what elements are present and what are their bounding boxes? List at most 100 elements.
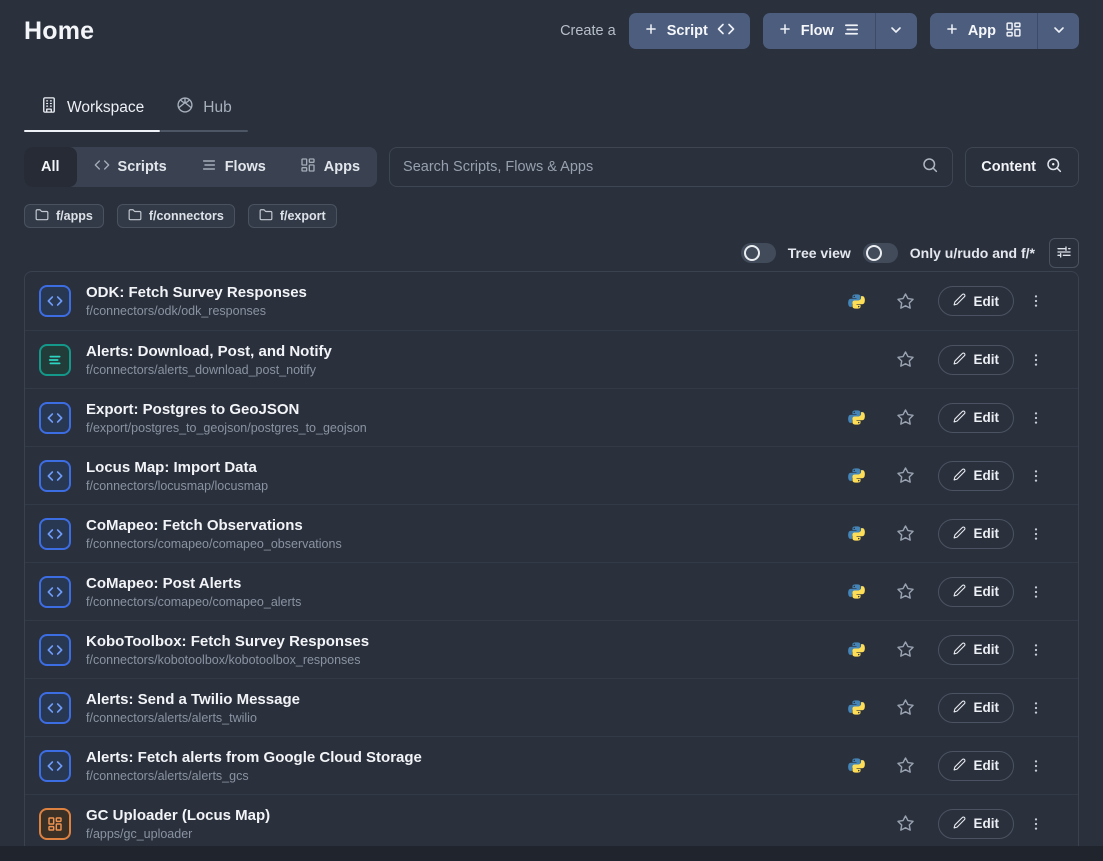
- item-actions: Edit: [848, 461, 1045, 491]
- content-search-button[interactable]: Content: [965, 147, 1079, 187]
- star-icon[interactable]: [896, 698, 915, 717]
- item-kind-icon: [39, 692, 71, 724]
- filter-all[interactable]: All: [24, 147, 77, 187]
- kebab-menu-icon[interactable]: [1028, 700, 1044, 716]
- filter-apps[interactable]: Apps: [283, 147, 377, 187]
- filter-flows[interactable]: Flows: [184, 147, 283, 187]
- edit-button[interactable]: Edit: [938, 693, 1015, 723]
- edit-button[interactable]: Edit: [938, 519, 1015, 549]
- filter-row: All Scripts Flows Apps Content: [24, 147, 1079, 187]
- item-title: KoboToolbox: Fetch Survey Responses: [86, 633, 369, 650]
- chevron-down-icon: [888, 22, 904, 41]
- filter-flows-label: Flows: [225, 159, 266, 175]
- owner-filter-toggle[interactable]: [863, 243, 898, 263]
- item-text: Locus Map: Import Data f/connectors/locu…: [86, 459, 268, 493]
- list-item[interactable]: CoMapeo: Post Alerts f/connectors/comape…: [25, 562, 1078, 620]
- edit-button-label: Edit: [974, 584, 1000, 599]
- search-input[interactable]: [403, 159, 921, 175]
- tab-workspace[interactable]: Workspace: [24, 88, 160, 132]
- kebab-menu-icon[interactable]: [1028, 352, 1044, 368]
- edit-button[interactable]: Edit: [938, 286, 1015, 316]
- star-icon[interactable]: [896, 350, 915, 369]
- folder-chip[interactable]: f/export: [248, 204, 337, 228]
- python-icon: [848, 641, 865, 658]
- tree-view-toggle[interactable]: [741, 243, 776, 263]
- create-flow-button[interactable]: Flow: [763, 13, 875, 49]
- star-icon[interactable]: [896, 814, 915, 833]
- layout-grid-icon: [1005, 21, 1022, 42]
- edit-button[interactable]: Edit: [938, 809, 1015, 839]
- view-options-row: Tree view Only u/rudo and f/*: [24, 238, 1079, 268]
- code-icon: [47, 526, 63, 542]
- list-item[interactable]: Alerts: Send a Twilio Message f/connecto…: [25, 678, 1078, 736]
- edit-button[interactable]: Edit: [938, 345, 1015, 375]
- star-icon[interactable]: [896, 524, 915, 543]
- python-icon: [848, 293, 865, 310]
- python-icon: [848, 525, 865, 542]
- folder-icon: [35, 208, 49, 225]
- list-item[interactable]: GC Uploader (Locus Map) f/apps/gc_upload…: [25, 794, 1078, 852]
- item-text: CoMapeo: Fetch Observations f/connectors…: [86, 517, 342, 551]
- kebab-menu-icon[interactable]: [1028, 758, 1044, 774]
- filter-scripts[interactable]: Scripts: [77, 147, 184, 187]
- star-icon[interactable]: [896, 466, 915, 485]
- item-path: f/export/postgres_to_geojson/postgres_to…: [86, 421, 367, 435]
- edit-button[interactable]: Edit: [938, 461, 1015, 491]
- item-text: ODK: Fetch Survey Responses f/connectors…: [86, 284, 307, 318]
- app-dropdown-button[interactable]: [1037, 13, 1079, 49]
- kebab-menu-icon[interactable]: [1028, 526, 1044, 542]
- item-path: f/apps/gc_uploader: [86, 827, 270, 841]
- list-settings-button[interactable]: [1049, 238, 1079, 268]
- item-actions: Edit: [848, 809, 1045, 839]
- item-text: Alerts: Send a Twilio Message f/connecto…: [86, 691, 300, 725]
- folder-chip-label: f/connectors: [149, 209, 224, 223]
- edit-button[interactable]: Edit: [938, 577, 1015, 607]
- create-flow-group: Flow: [763, 13, 917, 49]
- tab-hub-label: Hub: [203, 99, 231, 117]
- folder-chip[interactable]: f/connectors: [117, 204, 235, 228]
- star-icon[interactable]: [896, 408, 915, 427]
- create-script-button[interactable]: Script: [629, 13, 750, 49]
- kebab-menu-icon[interactable]: [1028, 468, 1044, 484]
- star-icon[interactable]: [896, 582, 915, 601]
- code-icon: [47, 700, 63, 716]
- folder-chip[interactable]: f/apps: [24, 204, 104, 228]
- flow-dropdown-button[interactable]: [875, 13, 917, 49]
- list-item[interactable]: CoMapeo: Fetch Observations f/connectors…: [25, 504, 1078, 562]
- list-item[interactable]: Alerts: Download, Post, and Notify f/con…: [25, 330, 1078, 388]
- edit-button[interactable]: Edit: [938, 403, 1015, 433]
- star-icon[interactable]: [896, 292, 915, 311]
- list-item[interactable]: Locus Map: Import Data f/connectors/locu…: [25, 446, 1078, 504]
- edit-button[interactable]: Edit: [938, 635, 1015, 665]
- edit-button[interactable]: Edit: [938, 751, 1015, 781]
- tab-hub[interactable]: Hub: [160, 88, 247, 132]
- kebab-menu-icon[interactable]: [1028, 410, 1044, 426]
- item-title: Export: Postgres to GeoJSON: [86, 401, 367, 418]
- code-icon: [47, 642, 63, 658]
- tab-workspace-label: Workspace: [67, 99, 144, 117]
- create-a-label: Create a: [560, 23, 616, 39]
- create-script-label: Script: [667, 23, 708, 39]
- folder-icon: [128, 208, 142, 225]
- kebab-menu-icon[interactable]: [1028, 642, 1044, 658]
- create-app-group: App: [930, 13, 1079, 49]
- item-actions: Edit: [848, 693, 1045, 723]
- pencil-icon: [953, 410, 966, 426]
- kebab-menu-icon[interactable]: [1028, 293, 1044, 309]
- create-app-button[interactable]: App: [930, 13, 1037, 49]
- list-item[interactable]: Alerts: Fetch alerts from Google Cloud S…: [25, 736, 1078, 794]
- star-icon[interactable]: [896, 756, 915, 775]
- item-title: CoMapeo: Fetch Observations: [86, 517, 342, 534]
- star-icon[interactable]: [896, 640, 915, 659]
- list-item[interactable]: KoboToolbox: Fetch Survey Responses f/co…: [25, 620, 1078, 678]
- item-kind-icon: [39, 285, 71, 317]
- kebab-menu-icon[interactable]: [1028, 816, 1044, 832]
- windmill-home-page: Home Create a Script Flow: [0, 0, 1103, 853]
- list-item[interactable]: ODK: Fetch Survey Responses f/connectors…: [25, 272, 1078, 330]
- plus-icon: [778, 22, 792, 40]
- filter-scripts-label: Scripts: [118, 159, 167, 175]
- item-path: f/connectors/comapeo/comapeo_alerts: [86, 595, 301, 609]
- list-item[interactable]: Export: Postgres to GeoJSON f/export/pos…: [25, 388, 1078, 446]
- sliders-icon: [1056, 244, 1072, 263]
- kebab-menu-icon[interactable]: [1028, 584, 1044, 600]
